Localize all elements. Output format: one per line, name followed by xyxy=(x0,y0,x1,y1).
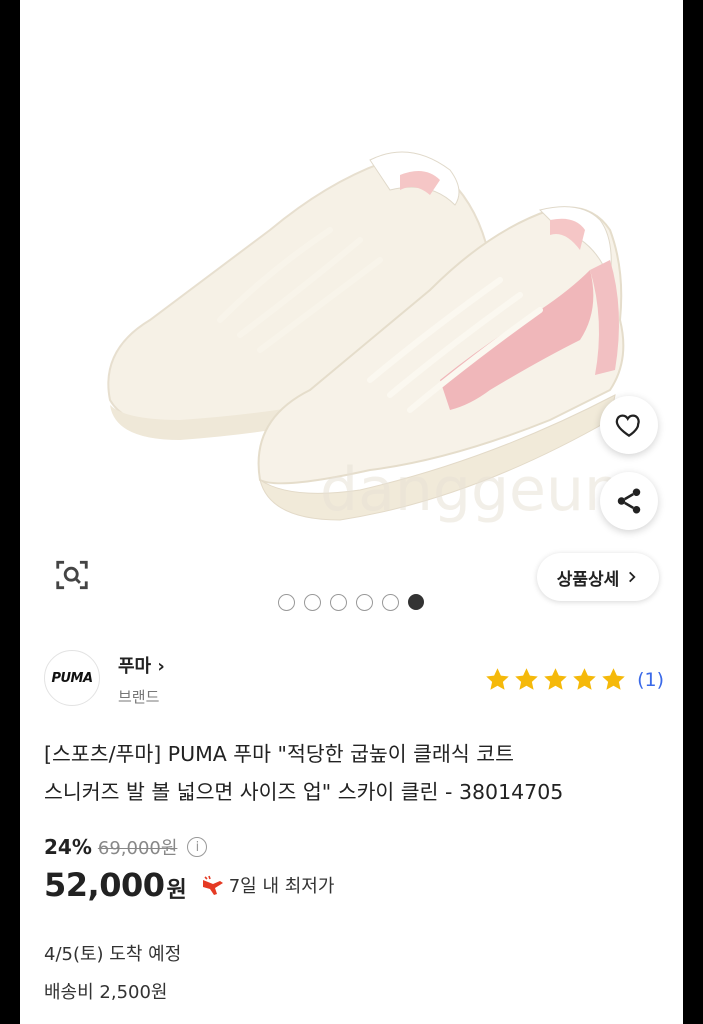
image-search-button[interactable] xyxy=(50,553,94,597)
lowest-price-badge: 7일 내 최저가 xyxy=(201,872,335,898)
rating-count[interactable]: (1) xyxy=(637,669,664,691)
heart-icon xyxy=(615,414,640,437)
pagination-dot[interactable] xyxy=(356,594,373,611)
discount-rate: 24% xyxy=(44,835,92,859)
product-screen: danggeun 상품상세 PUMA 푸마 › 브랜드 (1) [스포츠/푸마]… xyxy=(20,0,683,1024)
watermark-text: danggeun xyxy=(320,455,622,525)
star-icon xyxy=(486,668,509,690)
rating[interactable]: (1) xyxy=(484,666,664,693)
chevron-right-icon xyxy=(629,571,636,583)
zoom-search-icon xyxy=(56,560,88,590)
original-price: 69,000원 xyxy=(97,838,178,859)
star-icon xyxy=(544,668,567,690)
brand-sub-label: 브랜드 xyxy=(118,688,160,706)
product-title-line: 스니커즈 발 볼 넓으면 사이즈 업" 스카이 클린 - 38014705 xyxy=(44,780,564,804)
price-discount-row: 24% 69,000원 i xyxy=(44,834,208,860)
product-image-gallery[interactable]: danggeun 상품상세 xyxy=(20,0,683,630)
product-detail-label: 상품상세 xyxy=(556,569,620,590)
price-unit: 원 xyxy=(166,878,187,903)
current-price: 52,000 xyxy=(44,866,165,904)
brand-logo[interactable]: PUMA xyxy=(44,650,100,706)
brand-section: PUMA 푸마 › 브랜드 (1) xyxy=(44,650,664,710)
delivery-date: 4/5(토) 도착 예정 xyxy=(44,944,182,965)
brand-name: 푸마 xyxy=(118,656,152,677)
gallery-pagination xyxy=(278,594,424,611)
pagination-dot[interactable] xyxy=(278,594,295,611)
star-icon xyxy=(515,668,538,690)
pagination-dot[interactable] xyxy=(330,594,347,611)
star-icon xyxy=(602,668,625,690)
shipping-fee: 배송비 2,500원 xyxy=(44,982,168,1003)
product-title-line: [스포츠/푸마] PUMA 푸마 "적당한 굽높이 클래식 코트 xyxy=(44,742,514,766)
info-icon[interactable]: i xyxy=(187,837,208,857)
brand-name-link[interactable]: 푸마 › xyxy=(118,652,165,678)
pagination-dot[interactable] xyxy=(382,594,399,611)
product-title: [스포츠/푸마] PUMA 푸마 "적당한 굽높이 클래식 코트 스니커즈 발 … xyxy=(44,735,664,811)
share-icon xyxy=(617,488,641,514)
hand-pointer-icon xyxy=(202,875,223,895)
price-row: 52,000 원 7일 내 최저가 xyxy=(44,866,334,904)
wishlist-button[interactable] xyxy=(600,396,658,454)
product-image: danggeun xyxy=(107,151,625,525)
pagination-dot[interactable] xyxy=(304,594,321,611)
product-detail-button[interactable]: 상품상세 xyxy=(537,553,659,601)
star-icon xyxy=(573,668,596,690)
lowest-price-label: 7일 내 최저가 xyxy=(228,876,335,897)
pagination-dot-active[interactable] xyxy=(408,594,424,610)
share-button[interactable] xyxy=(600,472,658,530)
chevron-right-icon: › xyxy=(151,656,165,677)
brand-logo-text: PUMA xyxy=(51,670,93,686)
